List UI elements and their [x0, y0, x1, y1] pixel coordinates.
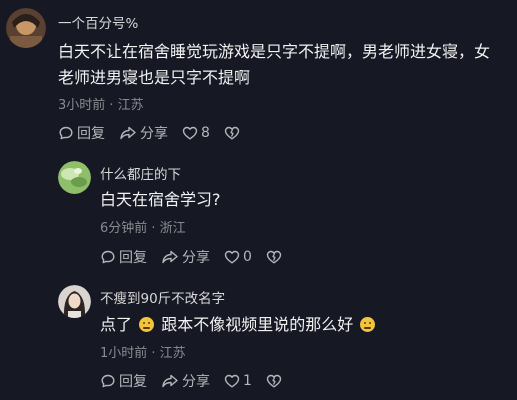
avatar-image	[6, 8, 46, 48]
reply-button[interactable]: 回复	[58, 123, 105, 143]
avatar[interactable]	[6, 8, 46, 48]
like-button[interactable]: 0	[224, 249, 252, 265]
heart-icon	[224, 250, 240, 264]
reply-actions: 回复 分享 0	[100, 247, 299, 267]
reply-label: 回复	[77, 126, 105, 142]
reply-meta: 1小时前 · 江苏	[100, 346, 186, 361]
heart-icon	[224, 374, 240, 388]
emoji-icon	[139, 317, 155, 332]
comment-1: 一个百分号% 白天不让在宿舍睡觉玩游戏是只字不提啊，男老师进女寝，女 老师进男寝…	[0, 0, 517, 150]
emoji-icon	[360, 317, 376, 332]
dislike-button[interactable]	[266, 249, 285, 265]
reply-label: 回复	[119, 374, 147, 390]
reply-meta: 6分钟前 · 浙江	[100, 221, 186, 236]
share-label: 分享	[182, 250, 210, 266]
like-button[interactable]: 1	[224, 373, 252, 389]
comment-text-line: 老师进男寝也是只字不提啊	[58, 68, 251, 87]
reply-text: 点了 跟本不像视频里说的那么好	[100, 312, 377, 338]
avatar[interactable]	[58, 285, 91, 318]
avatar-image	[58, 285, 91, 318]
reply-2: 不瘦到90斤不改名字 点了 跟本不像视频里说的那么好 1小时前 · 江苏 回复 …	[0, 276, 517, 400]
comment-text-line: 白天不让在宿舍睡觉玩游戏是只字不提啊，男老师进女寝，女	[58, 42, 491, 61]
reply-text: 白天在宿舍学习?	[100, 190, 221, 209]
reply-username[interactable]: 不瘦到90斤不改名字	[100, 287, 225, 307]
like-count: 0	[243, 249, 252, 265]
comment-actions: 回复 分享 8	[58, 123, 257, 143]
share-icon	[162, 250, 178, 264]
reply-label: 回复	[119, 250, 147, 266]
like-count: 1	[243, 373, 252, 389]
comment-meta: 3小时前 · 江苏	[58, 98, 144, 113]
comment-text: 白天不让在宿舍睡觉玩游戏是只字不提啊，男老师进女寝，女 老师进男寝也是只字不提啊	[58, 39, 513, 91]
like-count: 8	[201, 125, 210, 141]
share-button[interactable]: 分享	[161, 247, 210, 267]
reply-text-part: 点了	[100, 315, 133, 334]
dislike-button[interactable]	[224, 125, 243, 141]
reply-1: 什么都庄的下 白天在宿舍学习? 6分钟前 · 浙江 回复 分享 0	[0, 150, 517, 270]
dislike-icon	[266, 374, 282, 388]
reply-icon	[101, 374, 115, 388]
avatar[interactable]	[58, 161, 91, 194]
dislike-icon	[224, 126, 240, 140]
reply-icon	[59, 126, 73, 140]
reply-actions: 回复 分享 1	[100, 371, 299, 391]
share-button[interactable]: 分享	[119, 123, 168, 143]
reply-button[interactable]: 回复	[100, 371, 147, 391]
avatar-image	[58, 161, 91, 194]
dislike-button[interactable]	[266, 373, 285, 389]
share-label: 分享	[182, 374, 210, 390]
dislike-icon	[266, 250, 282, 264]
heart-icon	[182, 126, 198, 140]
share-button[interactable]: 分享	[161, 371, 210, 391]
reply-username[interactable]: 什么都庄的下	[100, 163, 181, 183]
like-button[interactable]: 8	[182, 125, 210, 141]
share-icon	[162, 374, 178, 388]
share-icon	[120, 126, 136, 140]
reply-button[interactable]: 回复	[100, 247, 147, 267]
reply-icon	[101, 250, 115, 264]
share-label: 分享	[140, 126, 168, 142]
comment-username[interactable]: 一个百分号%	[58, 12, 138, 32]
reply-text-part: 跟本不像视频里说的那么好	[161, 315, 354, 334]
